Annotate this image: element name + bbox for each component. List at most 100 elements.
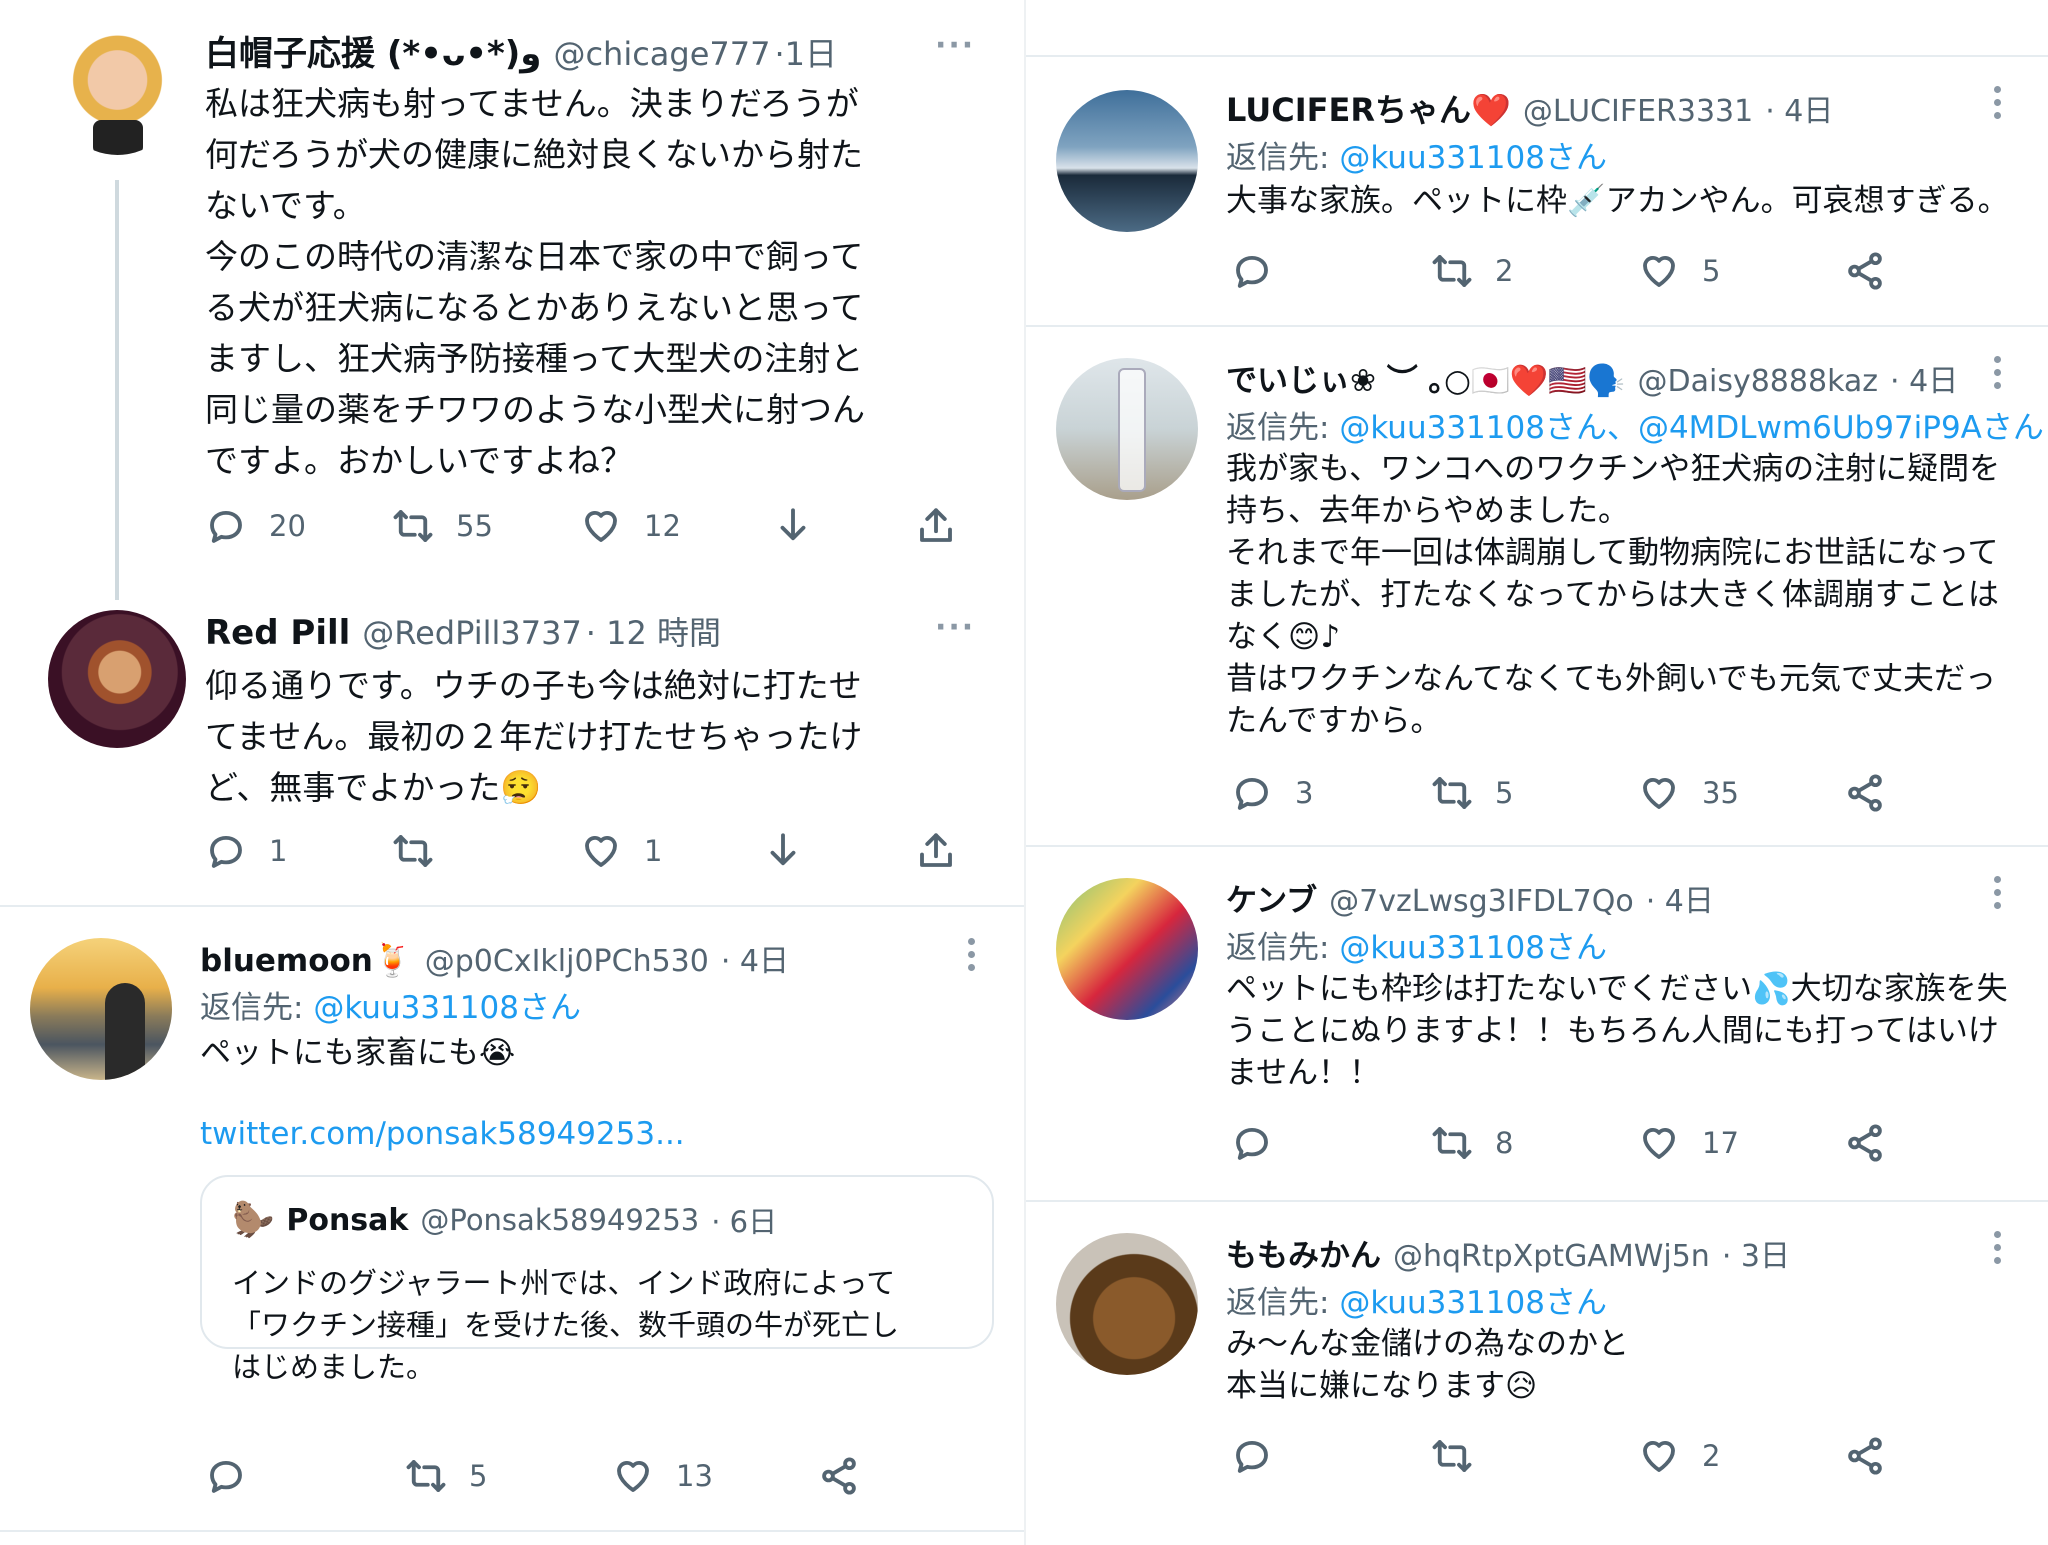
- more-icon[interactable]: [1994, 86, 2002, 119]
- reply-to-link[interactable]: @kuu331108さん: [1339, 1285, 1607, 1321]
- reply-action[interactable]: 1: [205, 830, 287, 872]
- user-name[interactable]: 白帽子応援 (*•ᴗ•*)و: [205, 26, 541, 75]
- user-name[interactable]: でいじぃ❀ ︶ ｡○🇯🇵❤️🇺🇸🗣️: [1226, 355, 1626, 400]
- like-action[interactable]: 35: [1638, 772, 1739, 814]
- heart-icon: [1638, 250, 1680, 292]
- reply-icon: [205, 1455, 247, 1497]
- tweet-body: み～んな金儲けの為なのかと 本当に嫌になります😥: [1226, 1326, 1629, 1404]
- tweet-link[interactable]: twitter.com/ponsak58949253...: [200, 1116, 685, 1152]
- tweet-kenbu[interactable]: ケンブ @7vzLwsg3IFDL7Qo · 4日 返信先: @kuu33110…: [1026, 850, 2048, 1200]
- like-count: 17: [1702, 1126, 1739, 1160]
- heart-icon: [580, 505, 622, 547]
- user-name[interactable]: Red Pill: [205, 613, 350, 653]
- more-icon[interactable]: [1994, 356, 2002, 389]
- avatar[interactable]: [1056, 358, 1198, 500]
- quoted-tweet[interactable]: 🦫 Ponsak @Ponsak58949253 · 6日 インドのグジャラート…: [200, 1175, 994, 1384]
- like-action[interactable]: 17: [1638, 1122, 1739, 1164]
- reply-to-line: 返信先: @kuu331108さん: [200, 990, 581, 1026]
- more-icon[interactable]: [1994, 1231, 2002, 1264]
- like-action[interactable]: 1: [580, 830, 662, 872]
- user-handle[interactable]: @hqRtpXptGAMWj5n: [1393, 1239, 1710, 1274]
- tweet-lucifer[interactable]: LUCIFERちゃん❤️ @LUCIFER3331 · 4日 返信先: @kuu…: [1026, 60, 2048, 325]
- retweet-action[interactable]: 5: [405, 1455, 487, 1497]
- retweet-action[interactable]: [392, 830, 456, 872]
- share-action[interactable]: [915, 830, 957, 872]
- reply-action[interactable]: 3: [1231, 772, 1313, 814]
- user-handle[interactable]: @RedPill3737: [362, 614, 582, 652]
- retweet-action[interactable]: 2: [1431, 250, 1513, 292]
- tweet-time[interactable]: · 4日: [1765, 86, 1833, 130]
- retweet-action[interactable]: 5: [1431, 772, 1513, 814]
- tweet-time[interactable]: · 4日: [1646, 876, 1714, 920]
- user-handle[interactable]: @chicage777: [553, 35, 770, 73]
- avatar[interactable]: [30, 938, 172, 1080]
- tweet-time[interactable]: · 12 時間: [586, 608, 721, 654]
- share-action[interactable]: [1844, 1435, 1886, 1477]
- user-handle[interactable]: @Daisy8888kaz: [1638, 364, 1879, 399]
- reply-to-link[interactable]: @kuu331108さん: [1339, 930, 1607, 966]
- more-icon[interactable]: ···: [935, 28, 975, 63]
- tweet-momomikan[interactable]: ももみかん @hqRtpXptGAMWj5n · 3日 返信先: @kuu331…: [1026, 1205, 2048, 1540]
- user-name[interactable]: ももみかん: [1226, 1230, 1381, 1275]
- quote-user-name[interactable]: Ponsak: [286, 1203, 408, 1238]
- retweet-action[interactable]: [1431, 1435, 1495, 1477]
- divider: [1026, 325, 2048, 327]
- more-icon[interactable]: ···: [935, 610, 975, 645]
- tweet-daisy[interactable]: でいじぃ❀ ︶ ｡○🇯🇵❤️🇺🇸🗣️ @Daisy8888kaz · 4日 返信…: [1026, 330, 2048, 840]
- user-name[interactable]: ケンブ: [1226, 875, 1317, 920]
- avatar[interactable]: [1056, 90, 1198, 232]
- tweet-redpill[interactable]: Red Pill @RedPill3737 · 12 時間 ··· 仰る通りです…: [0, 600, 1024, 900]
- heart-icon: [1638, 1122, 1680, 1164]
- user-handle[interactable]: @7vzLwsg3IFDL7Qo: [1329, 884, 1634, 919]
- avatar[interactable]: [1056, 878, 1198, 1020]
- tweet-time[interactable]: · 4日: [1890, 356, 1958, 400]
- tweet-time[interactable]: · 3日: [1722, 1231, 1790, 1275]
- quote-time[interactable]: · 6日: [711, 1199, 777, 1241]
- reply-to-line: 返信先: @kuu331108さん: [1226, 1285, 1607, 1321]
- more-icon[interactable]: [968, 938, 976, 971]
- reply-action[interactable]: [205, 1455, 269, 1497]
- quote-user-handle[interactable]: @Ponsak58949253: [420, 1203, 699, 1237]
- avatar[interactable]: [55, 30, 180, 155]
- user-name[interactable]: LUCIFERちゃん❤️: [1226, 85, 1511, 131]
- reply-to-link[interactable]: @kuu331108さん: [1339, 140, 1607, 176]
- like-count: 1: [644, 834, 663, 868]
- like-action[interactable]: 13: [612, 1455, 713, 1497]
- user-name[interactable]: bluemoon🍹: [200, 941, 413, 979]
- share-action[interactable]: [1844, 250, 1886, 292]
- like-action[interactable]: 5: [1638, 250, 1720, 292]
- tweet-body: 大事な家族。ペットに枠💉アカンやん。可哀想すぎる。: [1226, 183, 2009, 219]
- reply-to-link[interactable]: @kuu331108さん: [313, 990, 581, 1026]
- reply-action[interactable]: [1231, 1435, 1295, 1477]
- share-action[interactable]: [1844, 1122, 1886, 1164]
- retweet-action[interactable]: 8: [1431, 1122, 1513, 1164]
- tweet-time[interactable]: · 4日: [721, 936, 789, 980]
- tweet-bluemoon[interactable]: bluemoon🍹 @p0CxIklj0PCh530 · 4日 返信先: @ku…: [0, 920, 1024, 1540]
- avatar[interactable]: [48, 610, 186, 748]
- user-handle[interactable]: @LUCIFER3331: [1523, 94, 1753, 129]
- divider: [1026, 845, 2048, 847]
- retweet-action[interactable]: 55: [392, 505, 493, 547]
- share-action[interactable]: [915, 505, 957, 547]
- reply-action[interactable]: [1231, 1122, 1295, 1164]
- reply-action[interactable]: 20: [205, 505, 306, 547]
- reply-to-link[interactable]: @kuu331108さん、@4MDLwm6Ub97iP9Aさん: [1339, 410, 2044, 446]
- reply-icon: [1231, 1435, 1273, 1477]
- download-icon: [772, 505, 814, 547]
- like-action[interactable]: 2: [1638, 1435, 1720, 1477]
- bookmark-action[interactable]: [762, 830, 804, 872]
- avatar[interactable]: [1056, 1233, 1198, 1375]
- tweet-chicage777[interactable]: 白帽子応援 (*•ᴗ•*)و @chicage777 ·1日 ··· 私は狂犬病…: [0, 0, 1024, 600]
- like-count: 12: [644, 509, 681, 543]
- user-handle[interactable]: @p0CxIklj0PCh530: [425, 944, 709, 979]
- share-action[interactable]: [1844, 772, 1886, 814]
- like-action[interactable]: 12: [580, 505, 681, 547]
- share-action[interactable]: [818, 1455, 860, 1497]
- share-icon: [915, 830, 957, 872]
- bookmark-action[interactable]: [772, 505, 814, 547]
- more-icon[interactable]: [1994, 876, 2002, 909]
- reply-icon: [1231, 1122, 1273, 1164]
- reply-action[interactable]: [1231, 250, 1295, 292]
- retweet-count: 55: [456, 509, 493, 543]
- tweet-time[interactable]: ·1日: [774, 29, 837, 75]
